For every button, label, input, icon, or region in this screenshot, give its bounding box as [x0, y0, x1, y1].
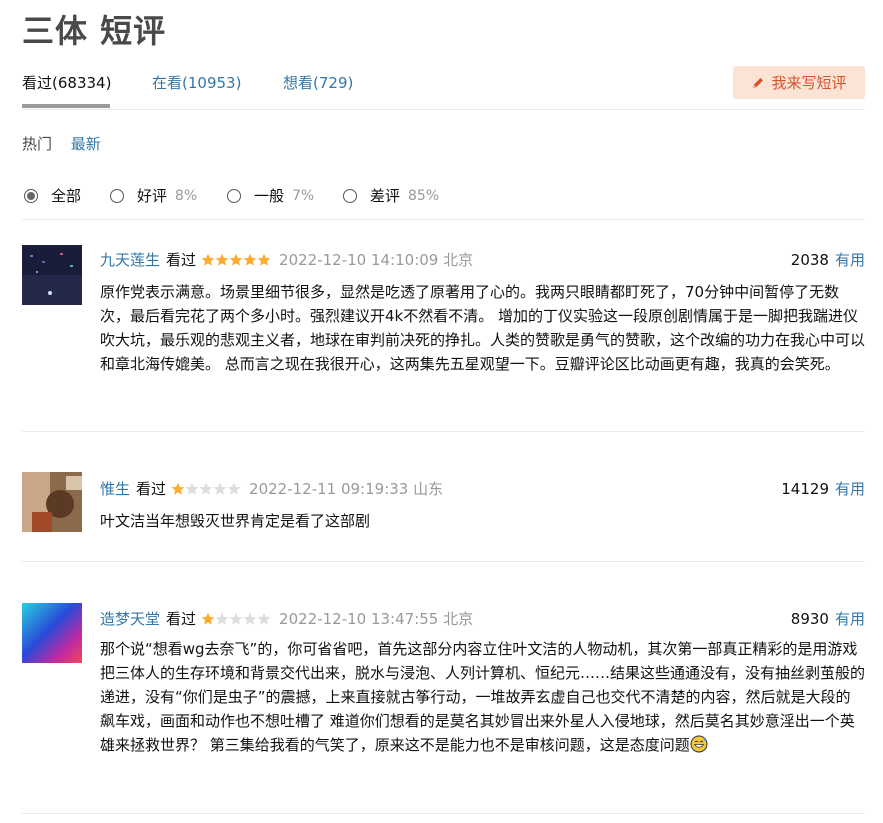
page-title: 三体 短评	[22, 12, 167, 50]
sort-latest[interactable]: 最新	[71, 135, 101, 153]
rating-stars	[201, 253, 271, 267]
comment-text-body: 那个说“想看wg去奈飞”的，你可省省吧，首先这部分内容立住叶文洁的人物动机，其次…	[100, 640, 866, 754]
comment-item: 九天莲生 看过 2022-12-10 14:10:09 北京 2038 有用 原作…	[22, 220, 865, 432]
star-filled-icon	[257, 253, 271, 266]
filter-positive[interactable]: 好评 8%	[110, 185, 197, 206]
radio-icon	[227, 188, 241, 203]
star-empty-icon	[227, 482, 241, 495]
grin-sweat-emoji-icon	[690, 735, 708, 753]
filter-negative[interactable]: 差评 85%	[343, 185, 439, 206]
star-empty-icon	[215, 612, 229, 625]
filter-neutral[interactable]: 一般 7%	[227, 185, 314, 206]
star-empty-icon	[229, 612, 243, 625]
rating-stars	[171, 482, 241, 496]
star-empty-icon	[257, 612, 271, 625]
tab-bar: 看过(68334) 在看(10953) 想看(729) 我来写短评	[22, 64, 865, 110]
avatar[interactable]	[22, 603, 82, 663]
star-filled-icon	[243, 253, 257, 266]
avatar[interactable]	[22, 245, 82, 305]
comment-text: 原作党表示满意。场景里细节很多，显然是吃透了原著用了心的。我两只眼睛都盯死了，7…	[100, 283, 866, 373]
tab-watching[interactable]: 在看(10953)	[152, 72, 241, 93]
filter-label: 差评	[370, 187, 401, 205]
tab-wish[interactable]: 想看(729)	[283, 72, 353, 93]
watch-status: 看过	[136, 480, 167, 498]
sort-options: 热门 最新	[22, 133, 115, 154]
watch-status: 看过	[166, 251, 197, 269]
vote-count: 8930	[790, 610, 829, 628]
comment-author[interactable]: 造梦天堂	[100, 608, 160, 629]
star-filled-icon	[215, 253, 229, 266]
radio-icon	[343, 188, 357, 203]
filter-label: 全部	[51, 187, 82, 205]
comment-meta: 造梦天堂 看过 2022-12-10 13:47:55 北京	[100, 608, 473, 629]
comment-time: 2022-12-10 13:47:55 北京	[279, 610, 474, 628]
star-filled-icon	[171, 482, 185, 495]
watch-status: 看过	[166, 610, 197, 628]
comment-text: 叶文洁当年想毁灭世界肯定是看了这部剧	[100, 512, 371, 530]
vote-count: 2038	[790, 251, 829, 269]
comment-text: 那个说“想看wg去奈飞”的，你可省省吧，首先这部分内容立住叶文洁的人物动机，其次…	[100, 637, 865, 757]
star-empty-icon	[243, 612, 257, 625]
comment-meta: 惟生 看过 2022-12-11 09:19:33 山东	[100, 478, 443, 499]
pencil-icon	[753, 77, 764, 88]
write-review-label: 我来写短评	[771, 74, 847, 92]
rating-filter: 全部 好评 8% 一般 7% 差评 85%	[22, 176, 865, 220]
radio-selected-icon	[24, 188, 38, 203]
vote-area: 14129 有用	[781, 478, 865, 499]
filter-all[interactable]: 全部	[24, 185, 81, 206]
comment-time: 2022-12-11 09:19:33 山东	[249, 480, 444, 498]
star-empty-icon	[213, 482, 227, 495]
useful-button[interactable]: 有用	[835, 480, 865, 498]
filter-percent: 7%	[292, 187, 315, 204]
comment-author[interactable]: 惟生	[100, 478, 130, 499]
star-empty-icon	[185, 482, 199, 495]
filter-percent: 8%	[175, 187, 198, 204]
tab-active-indicator	[22, 104, 110, 108]
vote-count: 14129	[781, 480, 829, 498]
filter-label: 好评	[137, 187, 168, 205]
comment-item: 造梦天堂 看过 2022-12-10 13:47:55 北京 8930 有用 那个…	[22, 582, 865, 814]
star-filled-icon	[229, 253, 243, 266]
rating-stars	[201, 612, 271, 626]
sort-hot[interactable]: 热门	[22, 135, 52, 153]
comment-item: 惟生 看过 2022-12-11 09:19:33 山东 14129 有用 叶文洁…	[22, 452, 865, 562]
write-review-button[interactable]: 我来写短评	[733, 66, 865, 99]
star-empty-icon	[199, 482, 213, 495]
avatar[interactable]	[22, 472, 82, 532]
filter-percent: 85%	[408, 187, 440, 204]
comment-time: 2022-12-10 14:10:09 北京	[279, 251, 474, 269]
vote-area: 2038 有用	[791, 249, 865, 270]
filter-label: 一般	[254, 187, 285, 205]
radio-icon	[110, 188, 124, 203]
useful-button[interactable]: 有用	[835, 251, 865, 269]
star-filled-icon	[201, 612, 215, 625]
comment-author[interactable]: 九天莲生	[100, 249, 160, 270]
comment-meta: 九天莲生 看过 2022-12-10 14:10:09 北京	[100, 249, 473, 270]
star-filled-icon	[201, 253, 215, 266]
useful-button[interactable]: 有用	[835, 610, 865, 628]
vote-area: 8930 有用	[791, 608, 865, 629]
tab-watched[interactable]: 看过(68334)	[22, 72, 111, 93]
